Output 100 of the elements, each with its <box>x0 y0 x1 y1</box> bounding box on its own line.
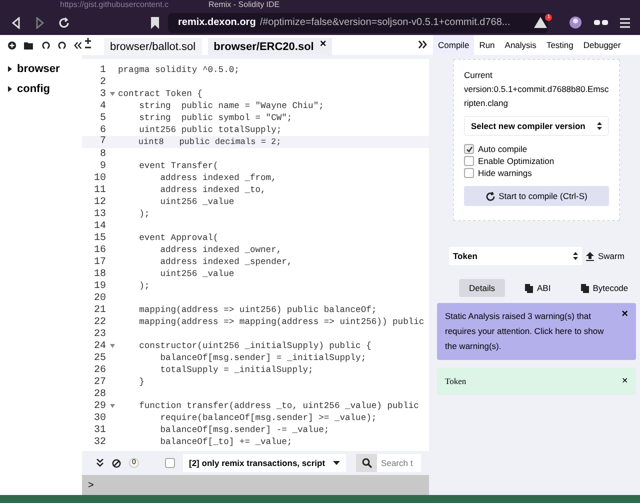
clear-icon[interactable] <box>112 458 121 468</box>
panel-tab[interactable]: Analysis <box>500 35 542 55</box>
checkbox[interactable] <box>464 144 474 154</box>
browser-tab[interactable]: Remix - Solidity IDE <box>208 0 280 10</box>
contract-button[interactable]: Bytecode <box>570 279 638 297</box>
alert-text: Token <box>445 375 468 388</box>
code-line: function transfer(address _to, uint256 _value) public <box>138 401 419 411</box>
search-field[interactable]: Search t <box>377 454 422 472</box>
back-icon[interactable] <box>10 16 22 28</box>
add-file-icon[interactable] <box>8 40 16 50</box>
copy-icon <box>580 284 589 292</box>
checkbox[interactable] <box>464 156 474 166</box>
fold-icon[interactable] <box>110 404 114 408</box>
option-label: Hide warnings <box>478 168 532 178</box>
folder-item[interactable]: browser <box>8 63 82 75</box>
upload-icon[interactable] <box>586 252 594 260</box>
contract-select[interactable]: Token <box>449 247 582 265</box>
panel-tab[interactable]: Testing <box>541 35 578 55</box>
alert-message[interactable]: Static Analysis raised 3 warning(s) that requires your attention. Click here to show the warning(s). × <box>437 303 636 360</box>
close-button[interactable]: × <box>622 309 628 354</box>
code-line: pragma solidity ^0.5.0; <box>118 65 240 75</box>
option-label: Enable Optimization <box>478 156 554 166</box>
code-line: event Transfer( <box>138 161 218 171</box>
compiler-version-select[interactable]: Select new compiler version <box>464 116 609 136</box>
panel-tab[interactable]: Debugger <box>578 35 626 55</box>
folder-icon[interactable] <box>24 40 34 50</box>
select-arrows-icon <box>597 122 602 130</box>
line-number: 22 <box>92 316 106 328</box>
line-number: 32 <box>92 436 106 448</box>
editor-tab[interactable]: browser/ballot.sol <box>104 38 202 55</box>
menu-icon[interactable] <box>620 18 630 28</box>
editor-tab[interactable]: browser/ERC20.sol × <box>208 38 332 55</box>
line-number: 11 <box>92 184 106 196</box>
collapse-down-icon[interactable] <box>96 459 104 467</box>
refresh-icon <box>486 192 495 200</box>
browser-tab[interactable]: https://gist.githubusercontent.c <box>60 0 169 10</box>
line-number: 2 <box>98 76 106 88</box>
code-line: string public symbol = "CW"; <box>138 113 292 123</box>
glasses-icon[interactable] <box>594 20 608 26</box>
expand-icon[interactable] <box>418 40 427 49</box>
folder-item[interactable]: config <box>8 83 82 95</box>
fold-icon[interactable] <box>110 344 114 348</box>
line-number: 19 <box>92 280 106 292</box>
caret-right-icon[interactable] <box>8 66 13 72</box>
line-number: 17 <box>92 256 106 268</box>
option-label: Auto compile <box>478 144 528 154</box>
code-line: balanceOf[_to] += _value; <box>159 437 292 447</box>
bookmark-icon[interactable] <box>150 16 160 28</box>
reload-icon[interactable] <box>58 16 70 28</box>
listen-checkbox[interactable] <box>165 458 175 468</box>
line-number: 29 <box>92 400 106 412</box>
line-number: 25 <box>92 352 106 364</box>
code-line: string public name = "Wayne Chiu"; <box>138 101 324 111</box>
line-number: 7 <box>98 135 106 149</box>
compile-button[interactable]: Start to compile (Ctrl-S) <box>464 186 609 206</box>
contract-button[interactable]: ABI <box>514 279 561 297</box>
line-number: 4 <box>98 100 106 112</box>
line-number: 5 <box>98 112 106 124</box>
code-line: balanceOf[msg.sender] = _initialSupply; <box>159 353 366 363</box>
code-line: mapping(address => mapping(address => uint256)) public <box>138 317 424 327</box>
warning-icon[interactable] <box>534 17 548 28</box>
collapse-icon[interactable] <box>74 40 82 50</box>
panel-tab[interactable]: Run <box>474 35 500 55</box>
line-number: 27 <box>92 376 106 388</box>
code-line: balanceOf[msg.sender] -= _value; <box>159 425 330 435</box>
line-number: 24 <box>92 340 106 352</box>
search-icon[interactable] <box>362 458 372 468</box>
code-line: uint8 public decimals = 2; <box>137 136 282 149</box>
code-line: ); <box>138 281 150 291</box>
line-number: 6 <box>98 124 106 136</box>
line-number: 21 <box>92 304 106 316</box>
contract-button[interactable]: Details <box>459 279 505 297</box>
code-line: uint256 _value <box>159 197 234 207</box>
code-line: } <box>138 377 144 387</box>
line-number: 10 <box>92 172 106 184</box>
profile-icon[interactable] <box>569 16 582 29</box>
alert-message[interactable]: Token × <box>437 368 636 395</box>
panel-tab[interactable]: Compile <box>433 35 474 55</box>
select-arrows-icon <box>573 252 578 260</box>
code-line: contract Token { <box>118 89 202 99</box>
current-version: version:0.5.1+commit.d7688b80.Emscripten.clang <box>464 83 609 110</box>
code-line: address indexed _from, <box>159 173 276 183</box>
code-line: address indexed _to, <box>159 185 266 195</box>
url-path: /#optimize=false&version=soljson-v0.5.1+commit.d768... <box>260 17 510 28</box>
code-line: require(balanceOf[msg.sender] >= _value); <box>159 413 377 423</box>
line-number: 9 <box>98 160 106 172</box>
current-version-label: Current <box>464 69 494 82</box>
line-number: 16 <box>92 244 106 256</box>
terminal-prompt: > <box>88 480 94 490</box>
filter-dropdown[interactable]: [2] only remix transactions, script <box>183 454 346 472</box>
forward-icon[interactable] <box>34 16 46 28</box>
line-number: 15 <box>92 232 106 244</box>
url-host: remix.dexon.org <box>178 17 256 28</box>
close-button[interactable]: × <box>622 376 628 387</box>
line-number: 31 <box>92 424 106 436</box>
fold-icon[interactable] <box>110 92 114 96</box>
code-line: mapping(address => uint256) public balanceOf; <box>138 305 377 315</box>
checkbox[interactable] <box>464 168 474 178</box>
close-tab-button[interactable]: × <box>320 38 326 50</box>
caret-right-icon[interactable] <box>8 86 13 92</box>
